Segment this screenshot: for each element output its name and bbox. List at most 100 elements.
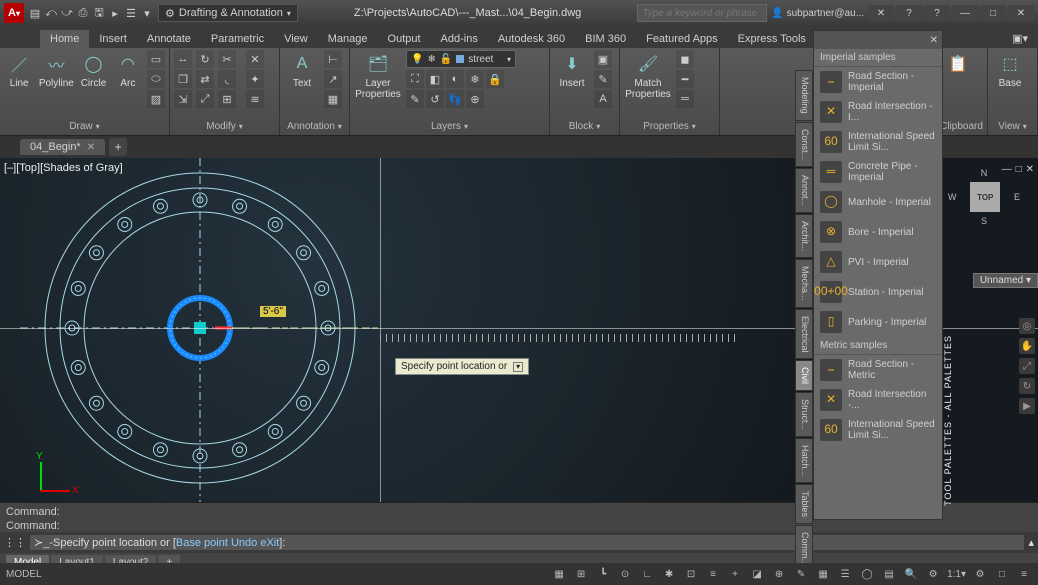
base-view-button[interactable]: ⬚Base — [992, 50, 1028, 91]
help-search-input[interactable] — [637, 4, 767, 22]
drawing-tab[interactable]: 04_Begin*✕ — [20, 139, 105, 155]
tab-bim360[interactable]: BIM 360 — [575, 30, 636, 48]
panel-title-annotation[interactable]: Annotation ▾ — [284, 120, 345, 133]
panel-title-layers[interactable]: Layers ▾ — [354, 120, 545, 133]
status-custom-icon[interactable]: ≡ — [1016, 566, 1032, 582]
ellipse-icon[interactable]: ⬭ — [147, 70, 165, 88]
tab-output[interactable]: Output — [378, 30, 431, 48]
tool-palette[interactable]: ✕ Imperial samples ⎯Road Section - Imper… — [813, 30, 943, 520]
vp-close-icon[interactable]: ✕ — [1026, 164, 1034, 175]
dimension-icon[interactable]: ⊢ — [324, 50, 342, 68]
palette-item[interactable]: ✕Road Intersection - I... — [814, 97, 942, 127]
tab-express[interactable]: Express Tools — [728, 30, 816, 48]
status-toggle-icon[interactable]: ☰ — [837, 566, 853, 582]
palette-tab[interactable]: Archit... — [795, 214, 813, 259]
panel-title-modify[interactable]: Modify ▾ — [174, 120, 275, 133]
tab-featured[interactable]: Featured Apps — [636, 30, 728, 48]
steering-wheel-icon[interactable]: ◎ — [1019, 318, 1035, 334]
qat-save-icon[interactable]: 🖫 — [92, 6, 106, 20]
ucs-name-button[interactable]: Unnamed ▾ — [973, 273, 1038, 288]
layer-walk-icon[interactable]: 👣 — [446, 90, 464, 108]
qat-print-icon[interactable]: ⎙ — [76, 6, 90, 20]
signin-user[interactable]: 👤 subpartner@au... — [771, 8, 864, 19]
status-max-icon[interactable]: □ — [994, 566, 1010, 582]
panel-title-view[interactable]: View ▾ — [992, 120, 1033, 133]
palette-item[interactable]: ✕Road Intersection -... — [814, 385, 942, 415]
palette-item[interactable]: 00+00Station - Imperial — [814, 277, 942, 307]
move-icon[interactable]: ↔ — [174, 50, 192, 68]
qat-play-icon[interactable]: ▸ — [108, 6, 122, 20]
insert-block-button[interactable]: ⬇Insert — [554, 50, 590, 91]
palette-item[interactable]: ⊗Bore - Imperial — [814, 217, 942, 247]
status-cog-icon[interactable]: ⚙ — [972, 566, 988, 582]
minimize-icon[interactable]: — — [952, 5, 978, 21]
cmdline-handle-icon[interactable]: ⋮⋮ — [4, 536, 26, 549]
layer-freeze-icon[interactable]: ❄ — [466, 70, 484, 88]
status-toggle-icon[interactable]: ▦ — [551, 566, 567, 582]
create-block-icon[interactable]: ▣ — [594, 50, 612, 68]
status-toggle-icon[interactable]: 🔍 — [903, 566, 919, 582]
tab-parametric[interactable]: Parametric — [201, 30, 274, 48]
palette-tab[interactable]: Hatch... — [795, 438, 813, 483]
arc-button[interactable]: ◠Arc — [113, 50, 143, 91]
mirror-icon[interactable]: ⇄ — [196, 70, 214, 88]
status-toggle-icon[interactable]: ≡ — [705, 566, 721, 582]
tab-addins[interactable]: Add-ins — [431, 30, 488, 48]
app-menu-icon[interactable]: A▾ — [4, 3, 24, 23]
qat-new-icon[interactable]: ▤ — [28, 6, 42, 20]
layer-off-icon[interactable]: ◐ — [446, 70, 464, 88]
status-toggle-icon[interactable]: ◯ — [859, 566, 875, 582]
palette-tab[interactable]: Struct... — [795, 392, 813, 437]
paste-button[interactable]: 📋 — [940, 50, 976, 78]
lineweight-icon[interactable]: ═ — [676, 90, 694, 108]
palette-item[interactable]: ◯Manhole - Imperial — [814, 187, 942, 217]
status-toggle-icon[interactable]: ┗ — [595, 566, 611, 582]
status-toggle-icon[interactable]: ⊞ — [573, 566, 589, 582]
status-toggle-icon[interactable]: ◪ — [749, 566, 765, 582]
palette-tab[interactable]: Civil — [795, 360, 813, 391]
warning-icon[interactable]: ? — [896, 5, 922, 21]
status-toggle-icon[interactable]: ⚙ — [925, 566, 941, 582]
palette-tab[interactable]: Tables — [795, 484, 813, 524]
status-toggle-icon[interactable]: ▦ — [815, 566, 831, 582]
scale-icon[interactable]: ⤢ — [196, 90, 214, 108]
layer-state-icon[interactable]: ⛶ — [406, 70, 424, 88]
help-icon[interactable]: ? — [924, 5, 950, 21]
layer-prev-icon[interactable]: ↺ — [426, 90, 444, 108]
viewcube[interactable]: N WTOPE S — [948, 168, 1020, 226]
orbit-icon[interactable]: ↻ — [1019, 378, 1035, 394]
erase-icon[interactable]: ✕ — [246, 50, 264, 68]
new-tab-button[interactable]: + — [109, 138, 127, 156]
palette-item[interactable]: △PVI - Imperial — [814, 247, 942, 277]
viewcube-top[interactable]: TOP — [970, 182, 1000, 212]
palette-item[interactable]: ═Concrete Pipe - Imperial — [814, 157, 942, 187]
exchange-icon[interactable]: ✕ — [868, 5, 894, 21]
tab-home[interactable]: Home — [40, 30, 89, 48]
tab-a360[interactable]: Autodesk 360 — [488, 30, 575, 48]
tab-view[interactable]: View — [274, 30, 318, 48]
qat-expand-icon[interactable]: ▾ — [140, 6, 154, 20]
status-toggle-icon[interactable]: + — [727, 566, 743, 582]
hatch-icon[interactable]: ▨ — [147, 90, 165, 108]
line-button[interactable]: ／Line — [4, 50, 34, 91]
command-line[interactable]: ⋮⋮ ≻_ -Specify point location or [ Base … — [0, 532, 1038, 553]
opt-undo[interactable]: Undo — [231, 537, 257, 549]
attribute-icon[interactable]: A — [594, 90, 612, 108]
layer-dropdown[interactable]: 💡❄🔓street▾ — [406, 50, 516, 68]
text-button[interactable]: AText — [284, 50, 320, 91]
rotate-icon[interactable]: ↻ — [196, 50, 214, 68]
edit-block-icon[interactable]: ✎ — [594, 70, 612, 88]
layer-lock-icon[interactable]: 🔒 — [486, 70, 504, 88]
prompt-dropdown-icon[interactable]: ▾ — [513, 362, 523, 372]
explode-icon[interactable]: ✦ — [246, 70, 264, 88]
layer-iso-icon[interactable]: ◧ — [426, 70, 444, 88]
opt-exit[interactable]: eXit — [260, 537, 279, 549]
palette-title-bar[interactable]: TOOL PALETTES - ALL PALETTES — [943, 335, 957, 509]
palette-item[interactable]: ▯Parking - Imperial — [814, 307, 942, 337]
palette-close-icon[interactable]: ✕ — [930, 35, 938, 46]
palette-item[interactable]: ⎯Road Section - Imperial — [814, 67, 942, 97]
qat-sheet-icon[interactable]: ☰ — [124, 6, 138, 20]
close-icon[interactable]: ✕ — [1008, 5, 1034, 21]
panel-title-properties[interactable]: Properties ▾ — [624, 120, 715, 133]
circle-button[interactable]: ◯Circle — [78, 50, 108, 91]
